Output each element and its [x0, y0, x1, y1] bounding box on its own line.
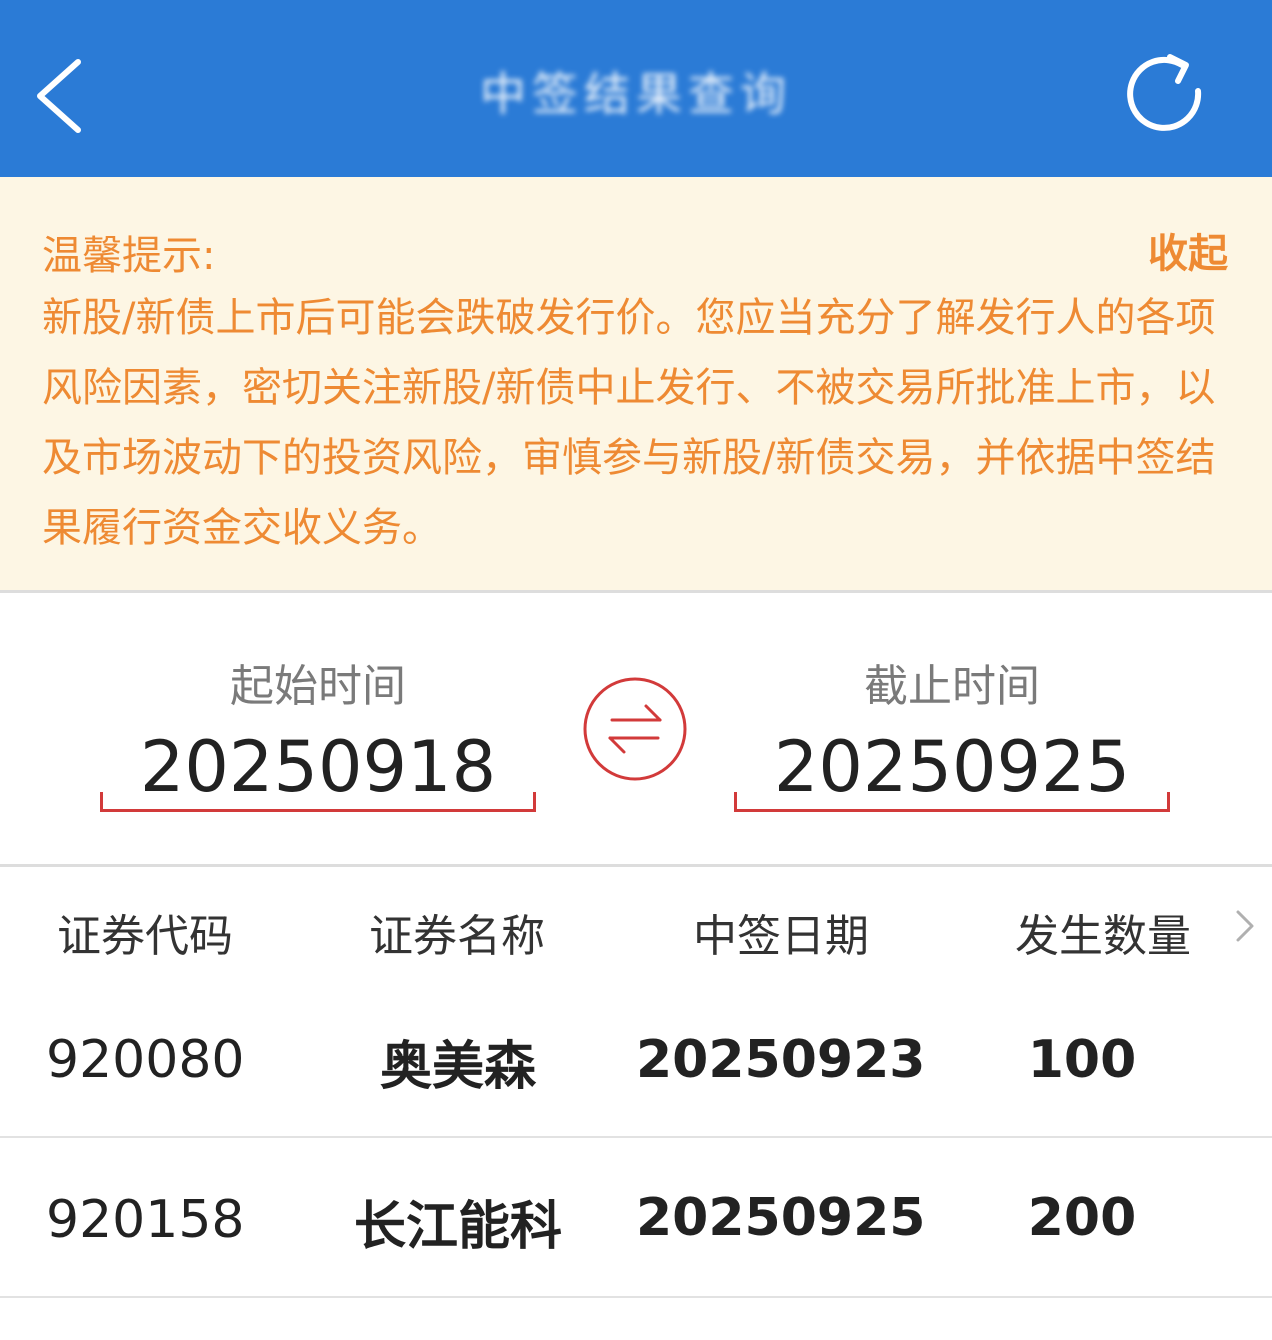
page-title: 中签结果查询	[480, 67, 792, 121]
chevron-right-icon	[1236, 910, 1254, 942]
risk-notice: 温馨提示: 收起 新股/新债上市后可能会跌破发行价。您应当充分了解发行人的各项风…	[0, 177, 1272, 590]
end-date-underline	[734, 792, 1170, 812]
table-cell-name: 长江能科	[353, 1197, 562, 1257]
start-date-underline	[100, 792, 536, 812]
lottery-result-page: 中签结果查询 温馨提示: 收起 新股/新债上市后可能会跌破发行价。您应当充分了解…	[0, 0, 1272, 1340]
refresh-icon	[1127, 54, 1202, 131]
end-date-label: 截止时间	[864, 661, 1040, 712]
table-cell-quantity: 100	[1027, 1030, 1137, 1090]
table-cell-date: 20250925	[636, 1188, 926, 1248]
table-cell-date: 20250923	[636, 1030, 926, 1090]
divider	[0, 590, 1272, 593]
divider	[0, 864, 1272, 867]
table-cell-code: 920080	[46, 1030, 245, 1090]
column-header-code: 证券代码	[57, 911, 233, 962]
notice-text: 新股/新债上市后可能会跌破发行价。您应当充分了解发行人的各项风险因素，密切关注新…	[42, 295, 1216, 551]
app-header: 中签结果查询	[0, 0, 1272, 177]
column-header-quantity: 发生数量	[1015, 911, 1191, 962]
scroll-right-button[interactable]	[1232, 908, 1256, 944]
table-cell-quantity: 200	[1027, 1188, 1137, 1248]
column-header-name: 证券名称	[369, 911, 545, 962]
collapse-button[interactable]: 收起	[1148, 221, 1228, 279]
start-date-label: 起始时间	[230, 661, 406, 712]
table-cell-name: 奥美森	[379, 1037, 536, 1097]
swap-dates-button[interactable]	[582, 676, 688, 782]
refresh-button[interactable]	[1118, 45, 1210, 137]
row-divider	[0, 1136, 1272, 1138]
row-divider	[0, 1296, 1272, 1298]
column-header-date: 中签日期	[693, 911, 869, 962]
table-cell-code: 920158	[46, 1190, 245, 1250]
notice-label: 温馨提示:	[42, 233, 216, 279]
swap-arrows-icon	[583, 677, 687, 781]
